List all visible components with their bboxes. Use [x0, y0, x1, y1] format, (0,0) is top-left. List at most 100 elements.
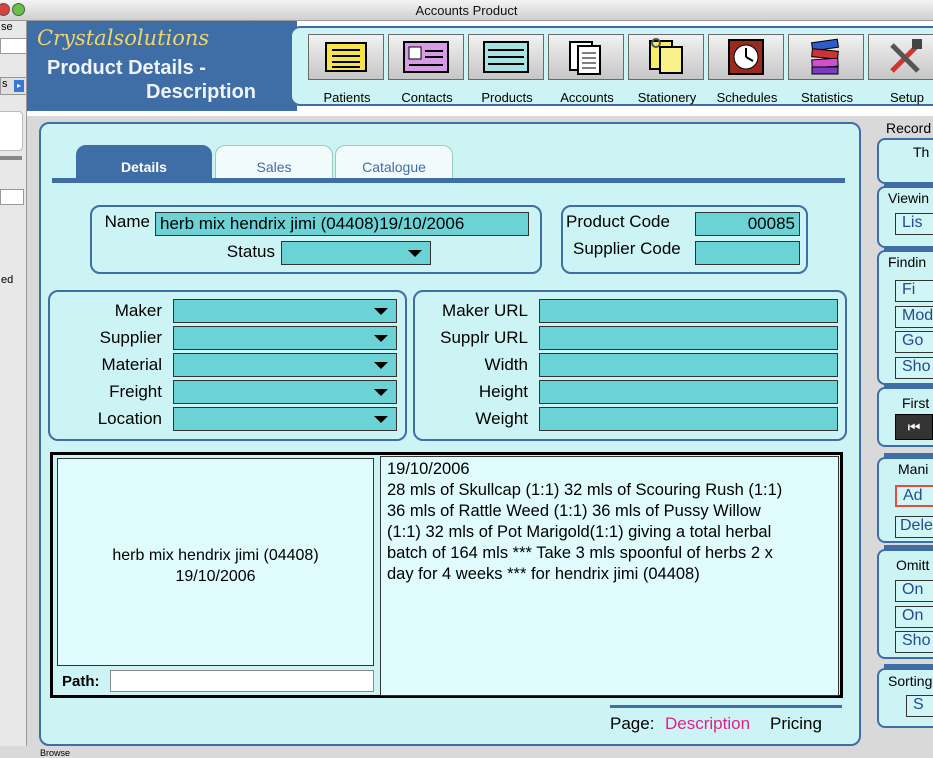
show-omitted-button[interactable]: Sho — [895, 631, 933, 653]
tab-details[interactable]: Details — [76, 145, 212, 181]
page-nav-rule — [610, 705, 842, 708]
freight-dropdown[interactable] — [173, 380, 397, 404]
list-button[interactable]: Lis — [895, 213, 933, 235]
first-label: First — [902, 395, 930, 411]
image-caption-line2: 19/10/2006 — [175, 568, 256, 585]
product-code-field[interactable]: 00085 — [695, 212, 800, 236]
status-dropdown[interactable] — [281, 241, 431, 265]
popup-arrow-icon: ▸ — [14, 80, 24, 92]
setup-icon — [868, 34, 933, 80]
nav-label: Products — [481, 90, 533, 105]
module-navbar: Patients Contacts Products Accounts Stat… — [290, 26, 933, 106]
omit-multiple-button[interactable]: On — [895, 606, 933, 628]
description-line: 36 mls of Rattle Weed (1:1) 36 mls of Pu… — [387, 502, 761, 520]
page-title-line2: Description — [146, 81, 257, 103]
viewing-label: Viewin — [888, 190, 929, 206]
strip-divider — [0, 156, 22, 160]
location-label: Location — [97, 409, 162, 428]
description-textarea[interactable]: 19/10/2006 28 mls of Skullcap (1:1) 32 m… — [380, 456, 839, 696]
path-field[interactable] — [110, 670, 374, 692]
records-label: Record — [886, 120, 932, 136]
delete-button[interactable]: Dele — [895, 516, 933, 538]
description-line: (1:1) 32 mls of Pot Marigold(1:1) giving… — [387, 523, 772, 541]
maker-url-field[interactable] — [539, 299, 838, 323]
page-link-pricing[interactable]: Pricing — [770, 714, 822, 734]
status-label: Status — [226, 242, 275, 261]
width-label: Width — [484, 355, 528, 374]
supplier-url-label: Supplr URL — [440, 328, 528, 347]
tab-catalogue[interactable]: Catalogue — [335, 145, 453, 181]
nav-schedules[interactable]: Schedules — [705, 34, 784, 108]
nav-statistics[interactable]: Statistics — [785, 34, 864, 108]
chevron-down-icon — [374, 389, 388, 396]
page-nav-label: Page: — [610, 714, 655, 733]
nav-label: Stationery — [637, 90, 697, 105]
name-label: Name — [104, 212, 150, 231]
maker-label: Maker — [114, 301, 162, 320]
strip-popup[interactable]: s ▸ — [0, 77, 26, 95]
window-title-bar: Accounts Product — [0, 0, 933, 21]
description-line: day for 4 weeks *** for hendrix jimi (04… — [387, 565, 700, 583]
tab-divider — [52, 178, 845, 183]
omit-label: Omitt — [896, 557, 930, 573]
nav-setup[interactable]: Setup — [865, 34, 933, 108]
description-line: 28 mls of Skullcap (1:1) 32 mls of Scour… — [387, 481, 783, 499]
weight-label: Weight — [475, 409, 528, 428]
first-record-icon[interactable]: ⏮ — [895, 414, 933, 440]
stationery-icon — [628, 34, 704, 80]
modify-button[interactable]: Mod — [895, 306, 933, 328]
supplier-dropdown[interactable] — [173, 326, 397, 350]
chevron-down-icon — [374, 416, 388, 423]
material-dropdown[interactable] — [173, 353, 397, 377]
strip-text: se — [1, 21, 13, 33]
supplier-label: Supplier — [99, 328, 162, 347]
sort-button[interactable]: S — [906, 695, 933, 717]
brand-logo: Crystalsolutions — [37, 26, 210, 50]
strip-toolbar — [0, 38, 26, 54]
nav-contacts[interactable]: Contacts — [385, 34, 464, 108]
add-button[interactable]: Ad — [895, 485, 933, 507]
supplier-url-field[interactable] — [539, 326, 838, 350]
page-link-description[interactable]: Description — [665, 714, 750, 734]
image-caption-line1: herb mix hendrix jimi (04408) — [112, 547, 319, 564]
supplier-code-label: Supplier Code — [573, 239, 681, 258]
mode-label: Browse — [40, 748, 71, 758]
material-label: Material — [101, 355, 162, 374]
maker-url-label: Maker URL — [442, 301, 528, 320]
nav-patients[interactable]: Patients — [305, 34, 384, 108]
find-button[interactable]: Fi — [895, 280, 933, 302]
maker-dropdown[interactable] — [173, 299, 397, 323]
chevron-down-icon — [374, 308, 388, 315]
manipulation-label: Mani — [898, 461, 929, 477]
chevron-down-icon — [374, 362, 388, 369]
weight-field[interactable] — [539, 407, 838, 431]
width-field[interactable] — [539, 353, 838, 377]
name-field[interactable]: herb mix hendrix jimi (04408)19/10/2006 — [155, 212, 529, 236]
patients-icon — [308, 34, 384, 80]
nav-stationery[interactable]: Stationery — [625, 34, 704, 108]
page-title-line1: Product Details - — [47, 57, 206, 79]
omit-button[interactable]: On — [895, 580, 933, 602]
statistics-icon — [788, 34, 864, 80]
freight-label: Freight — [109, 382, 162, 401]
supplier-code-field[interactable] — [695, 241, 800, 265]
height-field[interactable] — [539, 380, 838, 404]
nav-label: Accounts — [560, 90, 614, 105]
sorting-label: Sorting — [888, 673, 933, 689]
tab-sales[interactable]: Sales — [215, 145, 333, 181]
nav-label: Patients — [323, 90, 371, 105]
nav-accounts[interactable]: Accounts — [545, 34, 624, 108]
show-button[interactable]: Sho — [895, 357, 933, 379]
chevron-down-icon — [374, 335, 388, 342]
strip-field[interactable] — [0, 189, 24, 205]
nav-label: Statistics — [800, 90, 853, 105]
nav-label: Schedules — [716, 90, 778, 105]
nav-products[interactable]: Products — [465, 34, 544, 108]
go-button[interactable]: Go — [895, 331, 933, 353]
description-line: 19/10/2006 — [387, 460, 470, 478]
strip-text-2: ed — [1, 274, 14, 286]
description-line: batch of 164 mls *** Take 3 mls spoonful… — [387, 544, 773, 562]
window-title: Accounts Product — [415, 3, 518, 18]
location-dropdown[interactable] — [173, 407, 397, 431]
schedules-icon — [708, 34, 784, 80]
